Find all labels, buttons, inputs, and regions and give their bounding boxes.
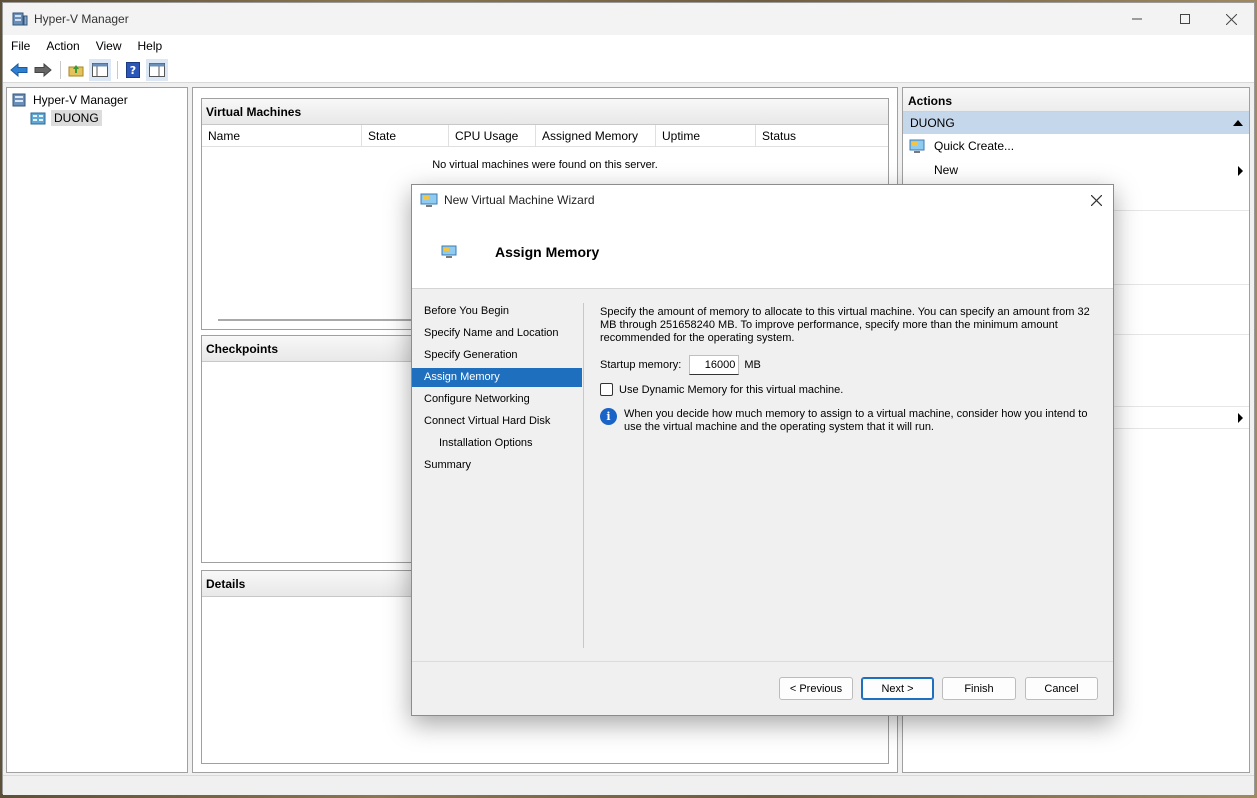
console-tree-pane: Hyper-V Manager DUONG — [6, 87, 188, 773]
step-specify-generation[interactable]: Specify Generation — [412, 346, 582, 365]
next-button[interactable]: Next > — [861, 677, 934, 700]
column-header-uptime[interactable]: Uptime — [656, 125, 756, 146]
finish-button[interactable]: Finish — [942, 677, 1016, 700]
wizard-title: New Virtual Machine Wizard — [444, 193, 595, 207]
memory-info-row: i When you decide how much memory to ass… — [600, 408, 1090, 434]
cancel-button[interactable]: Cancel — [1025, 677, 1098, 700]
title-bar: Hyper-V Manager — [3, 3, 1254, 35]
toolbar-separator — [117, 60, 118, 79]
vm-page-icon — [441, 245, 457, 258]
back-arrow-icon — [10, 62, 28, 77]
actions-header: Actions — [903, 88, 1249, 112]
window-title: Hyper-V Manager — [34, 12, 129, 26]
status-bar — [3, 775, 1254, 795]
minimize-button[interactable] — [1114, 3, 1160, 35]
menu-view[interactable]: View — [88, 39, 130, 53]
action-label: New — [934, 163, 959, 177]
action-quick-create[interactable]: Quick Create... — [903, 134, 1249, 158]
action-label: Quick Create... — [934, 139, 1015, 153]
step-specify-name-location[interactable]: Specify Name and Location — [412, 324, 582, 343]
wizard-close-button[interactable] — [1087, 191, 1105, 209]
actions-server-label: DUONG — [910, 116, 955, 130]
new-vm-wizard-dialog: New Virtual Machine Wizard Assign Memory… — [411, 184, 1114, 716]
horizontal-scrollbar[interactable] — [218, 319, 418, 321]
wizard-steps-nav: Before You Begin Specify Name and Locati… — [412, 290, 584, 640]
wizard-banner: Assign Memory — [412, 215, 1113, 289]
step-connect-virtual-hard-disk[interactable]: Connect Virtual Hard Disk — [412, 412, 582, 431]
step-summary[interactable]: Summary — [412, 456, 582, 475]
previous-button[interactable]: < Previous — [779, 677, 853, 700]
vm-table-header: Name State CPU Usage Assigned Memory Upt… — [202, 125, 888, 147]
menu-file[interactable]: File — [3, 39, 38, 53]
menu-bar: File Action View Help — [3, 35, 1254, 57]
show-hide-console-tree-button[interactable] — [89, 58, 111, 81]
up-folder-button[interactable] — [65, 59, 87, 81]
server-icon — [30, 112, 46, 125]
dynamic-memory-checkbox[interactable] — [600, 383, 613, 396]
close-icon — [1225, 13, 1237, 25]
step-installation-options[interactable]: Installation Options — [412, 434, 582, 453]
submenu-arrow-icon — [1238, 166, 1243, 176]
tree-node-hyperv-manager[interactable]: Hyper-V Manager — [12, 92, 128, 108]
close-window-button[interactable] — [1208, 3, 1254, 35]
footer-divider — [412, 661, 1113, 662]
menu-help[interactable]: Help — [130, 39, 171, 53]
column-header-cpu-usage[interactable]: CPU Usage — [449, 125, 536, 146]
column-header-status[interactable]: Status — [756, 125, 888, 146]
wizard-title-bar: New Virtual Machine Wizard — [412, 185, 1113, 215]
tree-node-server[interactable]: DUONG — [30, 110, 102, 126]
section-header: Virtual Machines — [202, 99, 888, 125]
show-hide-action-pane-button[interactable] — [146, 58, 168, 81]
memory-description: Specify the amount of memory to allocate… — [600, 306, 1090, 344]
folder-up-icon — [68, 64, 84, 76]
tree-node-label: DUONG — [51, 110, 102, 126]
column-header-name[interactable]: Name — [202, 125, 362, 146]
submenu-arrow-icon — [1238, 413, 1243, 423]
column-header-state[interactable]: State — [362, 125, 449, 146]
steps-divider — [583, 303, 584, 648]
action-pane-icon — [149, 62, 165, 77]
wizard-page-heading: Assign Memory — [495, 244, 600, 260]
memory-unit-label: MB — [744, 359, 761, 371]
svg-text:?: ? — [130, 64, 136, 77]
close-icon — [1090, 194, 1102, 206]
wizard-content: Specify the amount of memory to allocate… — [600, 306, 1100, 345]
startup-memory-label: Startup memory: — [600, 359, 682, 371]
collapse-up-icon — [1233, 120, 1243, 126]
hyperv-manager-icon — [12, 93, 26, 107]
dynamic-memory-label[interactable]: Use Dynamic Memory for this virtual mach… — [619, 384, 843, 396]
forward-button[interactable] — [32, 59, 54, 81]
empty-vm-message: No virtual machines were found on this s… — [432, 159, 658, 171]
vm-wizard-icon — [420, 193, 438, 207]
column-header-assigned-memory[interactable]: Assigned Memory — [536, 125, 656, 146]
tree-node-label: Hyper-V Manager — [33, 93, 128, 107]
toolbar: ? — [3, 57, 1254, 83]
help-button[interactable]: ? — [122, 59, 144, 81]
quick-create-icon — [909, 139, 925, 153]
startup-memory-input[interactable]: 16000 — [689, 355, 740, 375]
action-new[interactable]: New — [903, 158, 1249, 182]
step-assign-memory[interactable]: Assign Memory — [412, 368, 582, 387]
menu-action[interactable]: Action — [38, 39, 87, 53]
toolbar-separator — [60, 60, 61, 79]
console-tree-icon — [92, 62, 108, 77]
forward-arrow-icon — [34, 62, 52, 77]
dynamic-memory-row: Use Dynamic Memory for this virtual mach… — [600, 383, 843, 396]
back-button[interactable] — [8, 59, 30, 81]
actions-server-group[interactable]: DUONG — [903, 112, 1249, 134]
help-icon: ? — [126, 61, 140, 78]
info-icon: i — [600, 408, 617, 425]
startup-memory-row: Startup memory: 16000 MB — [600, 355, 761, 375]
maximize-button[interactable] — [1162, 3, 1208, 35]
maximize-icon — [1180, 14, 1190, 24]
step-configure-networking[interactable]: Configure Networking — [412, 390, 582, 409]
step-before-you-begin[interactable]: Before You Begin — [412, 302, 582, 321]
minimize-icon — [1132, 18, 1142, 20]
hyperv-app-icon — [12, 12, 28, 26]
memory-info-text: When you decide how much memory to assig… — [624, 408, 1088, 433]
